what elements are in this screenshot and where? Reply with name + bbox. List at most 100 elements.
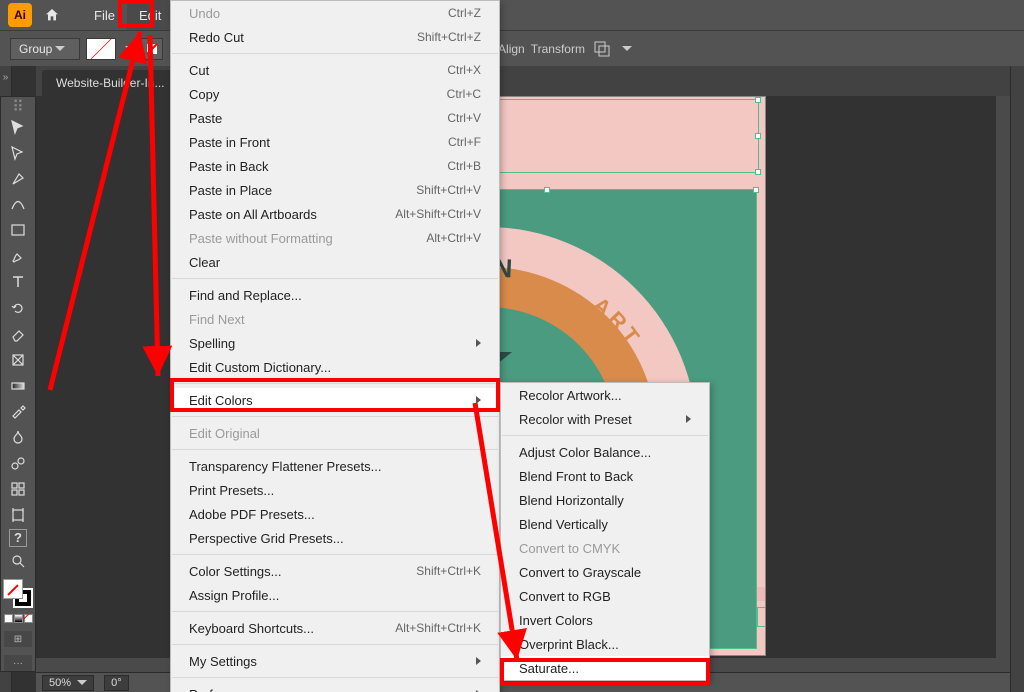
rectangle-tool[interactable]: [4, 218, 32, 242]
align-button[interactable]: Align: [498, 42, 525, 56]
screen-mode-icon[interactable]: ⊞: [4, 631, 32, 647]
edit-menu-separator: [172, 677, 498, 678]
eraser-tool[interactable]: [4, 322, 32, 346]
symbol-sprayer-tool[interactable]: [4, 451, 32, 475]
menu-item-label: Convert to CMYK: [519, 541, 620, 556]
menu-item-label: Saturate...: [519, 661, 579, 676]
colors-submenu-item-convert-to-grayscale[interactable]: Convert to Grayscale: [501, 560, 709, 584]
edit-toolbar-icon[interactable]: ···: [4, 655, 32, 671]
help-tool[interactable]: ?: [9, 529, 27, 547]
menu-item-shortcut: Ctrl+C: [447, 87, 481, 101]
edit-menu-item-clear[interactable]: Clear: [171, 250, 499, 274]
colors-submenu-item-recolor-artwork[interactable]: Recolor Artwork...: [501, 383, 709, 407]
edit-menu-item-print-presets[interactable]: Print Presets...: [171, 478, 499, 502]
edit-menu-item-transparency-flattener-presets[interactable]: Transparency Flattener Presets...: [171, 454, 499, 478]
edit-menu-item-paste-in-front[interactable]: Paste in FrontCtrl+F: [171, 130, 499, 154]
colors-submenu-item-adjust-color-balance[interactable]: Adjust Color Balance...: [501, 440, 709, 464]
paintbrush-tool[interactable]: [4, 244, 32, 268]
menu-item-shortcut: Ctrl+Z: [448, 6, 481, 20]
menu-item-label: Paste in Front: [189, 135, 270, 150]
edit-menu-item-paste-on-all-artboards[interactable]: Paste on All ArtboardsAlt+Shift+Ctrl+V: [171, 202, 499, 226]
colors-submenu-item-overprint-black[interactable]: Overprint Black...: [501, 632, 709, 656]
edit-menu-item-find-and-replace[interactable]: Find and Replace...: [171, 283, 499, 307]
pen-tool[interactable]: [4, 167, 32, 191]
fill-none-button[interactable]: [141, 38, 163, 60]
edit-menu-item-perspective-grid-presets[interactable]: Perspective Grid Presets...: [171, 526, 499, 550]
rotation-field[interactable]: 0°: [104, 675, 129, 691]
menu-item-label: Spelling: [189, 336, 235, 351]
colors-submenu-item-blend-vertically[interactable]: Blend Vertically: [501, 512, 709, 536]
menu-item-label: Clear: [189, 255, 220, 270]
edit-menu-item-paste[interactable]: PasteCtrl+V: [171, 106, 499, 130]
edit-menu-separator: [172, 644, 498, 645]
edit-menu-item-assign-profile[interactable]: Assign Profile...: [171, 583, 499, 607]
edit-menu-item-edit-original: Edit Original: [171, 421, 499, 445]
edit-menu-item-paste-without-formatting: Paste without FormattingAlt+Ctrl+V: [171, 226, 499, 250]
menu-file[interactable]: File: [82, 0, 127, 30]
document-tab[interactable]: Website-Builder-In...: [42, 70, 179, 96]
rotate-tool[interactable]: [4, 296, 32, 320]
selection-tool[interactable]: [4, 115, 32, 139]
edit-menu-item-paste-in-place[interactable]: Paste in PlaceShift+Ctrl+V: [171, 178, 499, 202]
blend-tool[interactable]: [4, 425, 32, 449]
type-tool[interactable]: [4, 270, 32, 294]
eyedropper-tool[interactable]: [4, 399, 32, 423]
vertical-scrollbar[interactable]: [996, 96, 1010, 658]
colors-submenu-item-saturate[interactable]: Saturate...: [501, 656, 709, 680]
control-bar: Group Basic Opacity: 100% › Style: Align…: [0, 30, 1024, 66]
menu-item-label: Edit Custom Dictionary...: [189, 360, 331, 375]
edit-menu-item-find-next: Find Next: [171, 307, 499, 331]
artboard-tool[interactable]: [4, 503, 32, 527]
edit-menu-item-spelling[interactable]: Spelling: [171, 331, 499, 355]
edit-menu-item-edit-custom-dictionary[interactable]: Edit Custom Dictionary...: [171, 355, 499, 379]
graph-tool[interactable]: [4, 477, 32, 501]
transform-button[interactable]: Transform: [531, 42, 585, 56]
panel-grip-icon[interactable]: ⠿: [4, 101, 32, 113]
edit-menu-item-edit-colors[interactable]: Edit Colors: [171, 388, 499, 412]
more-options-icon[interactable]: [622, 46, 632, 51]
zoom-tool[interactable]: [4, 549, 32, 573]
edit-menu-item-keyboard-shortcuts[interactable]: Keyboard Shortcuts...Alt+Shift+Ctrl+K: [171, 616, 499, 640]
menu-item-label: Paste: [189, 111, 222, 126]
home-icon[interactable]: [40, 3, 64, 27]
curvature-tool[interactable]: [4, 193, 32, 217]
app-logo[interactable]: Ai: [8, 3, 32, 27]
edit-menu-item-preferences[interactable]: Preferences: [171, 682, 499, 692]
colors-submenu-item-blend-front-to-back[interactable]: Blend Front to Back: [501, 464, 709, 488]
gradient-tool[interactable]: [4, 374, 32, 398]
edit-menu-item-paste-in-back[interactable]: Paste in BackCtrl+B: [171, 154, 499, 178]
selection-type-field[interactable]: Group: [10, 38, 80, 60]
edit-menu-dropdown: UndoCtrl+ZRedo CutShift+Ctrl+ZCutCtrl+XC…: [170, 0, 500, 692]
menu-item-label: Transparency Flattener Presets...: [189, 459, 381, 474]
color-mode-icons[interactable]: [4, 614, 33, 623]
colors-submenu-item-blend-horizontally[interactable]: Blend Horizontally: [501, 488, 709, 512]
menu-item-label: Cut: [189, 63, 209, 78]
edit-menu-item-color-settings[interactable]: Color Settings...Shift+Ctrl+K: [171, 559, 499, 583]
menu-item-shortcut: Shift+Ctrl+K: [416, 564, 481, 578]
edit-menu-item-cut[interactable]: CutCtrl+X: [171, 58, 499, 82]
fill-dropdown-icon[interactable]: [125, 46, 135, 51]
menu-item-label: Blend Horizontally: [519, 493, 624, 508]
menu-item-shortcut: Shift+Ctrl+V: [416, 183, 481, 197]
colors-submenu-item-recolor-with-preset[interactable]: Recolor with Preset: [501, 407, 709, 431]
colors-submenu-item-convert-to-rgb[interactable]: Convert to RGB: [501, 584, 709, 608]
zoom-field[interactable]: 50%: [42, 675, 94, 691]
menu-item-label: Convert to Grayscale: [519, 565, 641, 580]
colors-submenu-item-invert-colors[interactable]: Invert Colors: [501, 608, 709, 632]
edit-menu-separator: [172, 449, 498, 450]
edge-tab-1: [757, 587, 766, 601]
edit-menu-item-adobe-pdf-presets[interactable]: Adobe PDF Presets...: [171, 502, 499, 526]
edit-menu-separator: [172, 53, 498, 54]
edit-menu-item-redo-cut[interactable]: Redo CutShift+Ctrl+Z: [171, 25, 499, 49]
scissors-tool[interactable]: [4, 348, 32, 372]
isolate-icon[interactable]: [591, 38, 613, 60]
edit-menu-item-copy[interactable]: CopyCtrl+C: [171, 82, 499, 106]
menu-item-label: Find Next: [189, 312, 245, 327]
edit-menu-item-my-settings[interactable]: My Settings: [171, 649, 499, 673]
fill-stroke-control[interactable]: [3, 579, 33, 609]
menu-edit[interactable]: Edit: [127, 0, 173, 30]
fill-swatch[interactable]: [86, 38, 116, 60]
menu-item-label: Redo Cut: [189, 30, 244, 45]
direct-selection-tool[interactable]: [4, 141, 32, 165]
right-dock-strip[interactable]: [1010, 66, 1024, 692]
